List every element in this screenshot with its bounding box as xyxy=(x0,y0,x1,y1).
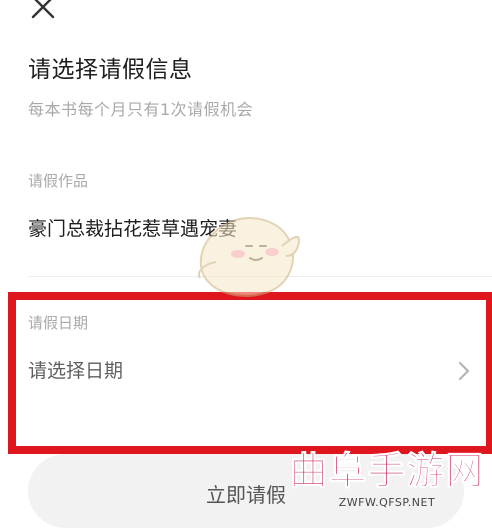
work-label: 请假作品 xyxy=(28,172,89,190)
page-title: 请选择请假信息 xyxy=(28,57,193,83)
page-subtitle: 每本书每个月只有1次请假机会 xyxy=(28,100,254,119)
work-value: 豪门总裁拈花惹草遇宠妻 xyxy=(28,218,238,240)
submit-label: 立即请假 xyxy=(206,483,286,507)
date-label: 请假日期 xyxy=(28,314,89,332)
date-picker-row[interactable]: 请假日期 请选择日期 xyxy=(0,292,492,452)
submit-button[interactable]: 立即请假 xyxy=(28,454,464,528)
close-button[interactable] xyxy=(30,0,56,20)
chevron-right-icon xyxy=(458,361,470,381)
date-placeholder: 请选择日期 xyxy=(28,360,124,382)
close-icon xyxy=(31,0,55,19)
divider xyxy=(28,276,492,277)
